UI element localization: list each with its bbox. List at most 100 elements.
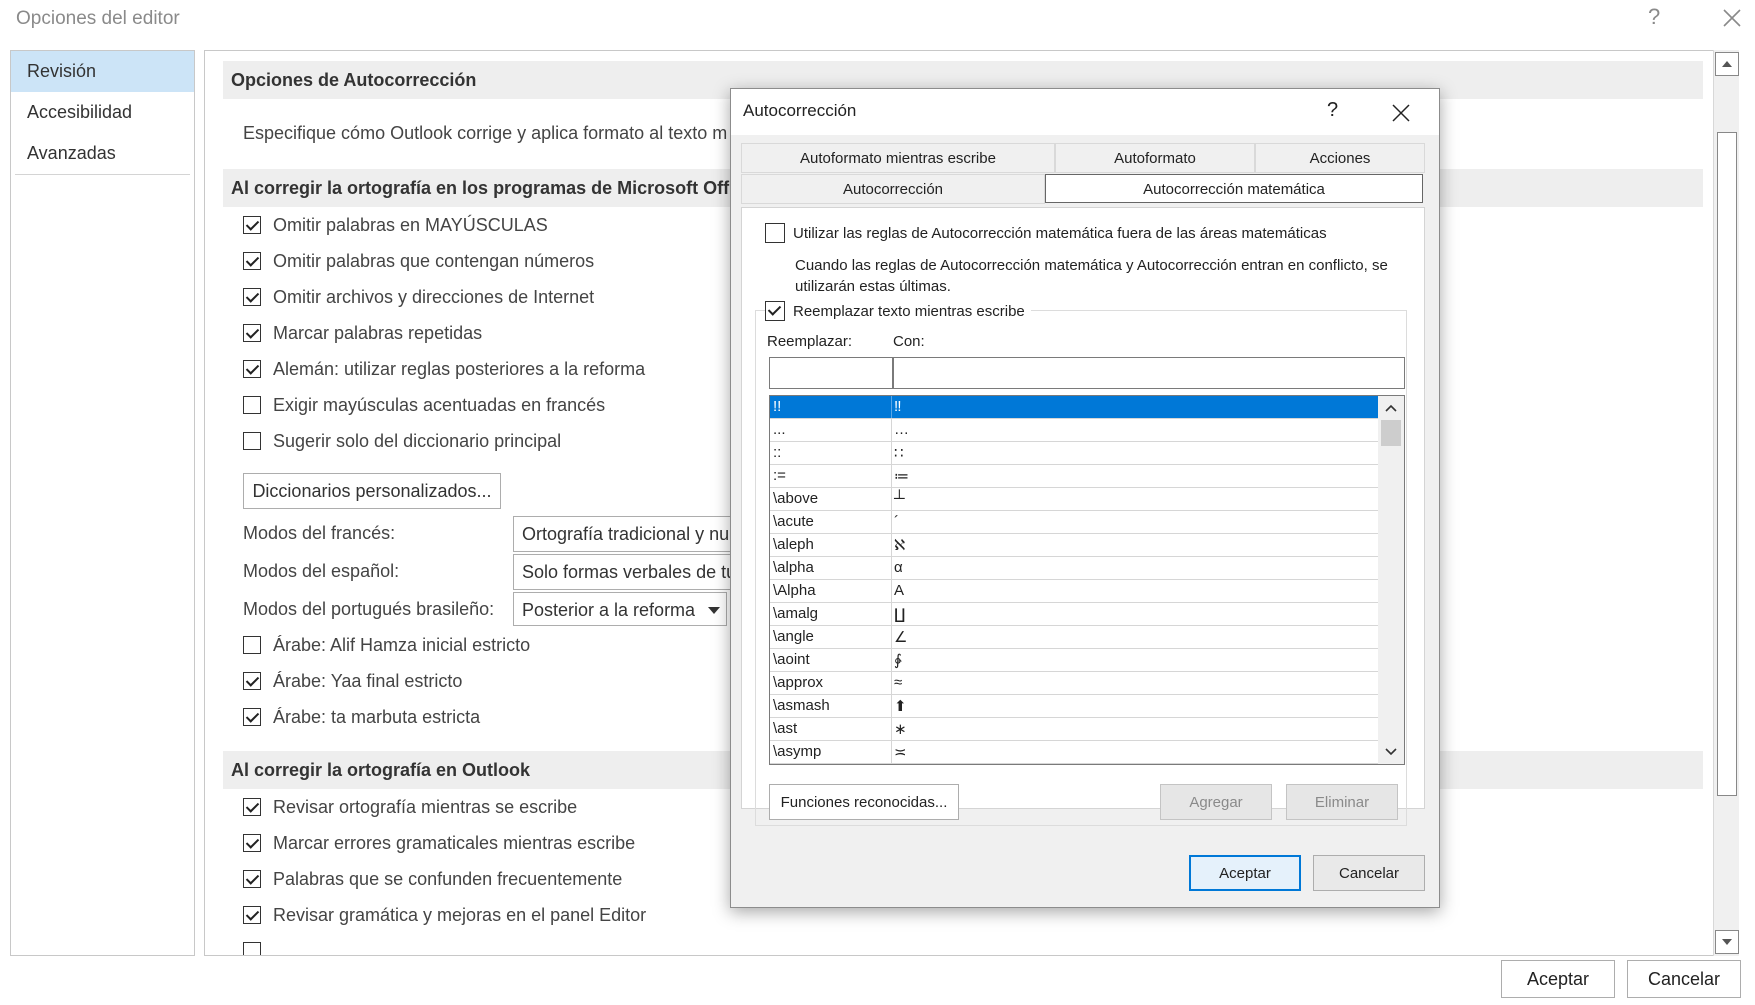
delete-button[interactable]: Eliminar [1286, 784, 1398, 820]
french-modes-select[interactable]: Ortografía tradicional y nu [513, 516, 753, 552]
entry-key: \Alpha [773, 582, 816, 599]
tab-math-autocorrect[interactable]: Autocorrección matemática [1045, 174, 1423, 203]
checkbox[interactable] [243, 252, 261, 270]
sidebar-item-revision[interactable]: Revisión [11, 51, 194, 92]
ok-button[interactable]: Aceptar [1501, 960, 1615, 998]
scroll-down-icon[interactable] [1715, 930, 1739, 954]
option-mark-grammar[interactable]: Marcar errores gramaticales mientras esc… [243, 829, 635, 857]
list-item[interactable]: \asmash ⬆ [770, 695, 1378, 718]
list-item[interactable]: \asymp ≍ [770, 741, 1378, 764]
option-arabic-ta-marbuta[interactable]: Árabe: ta marbuta estricta [243, 703, 480, 731]
spanish-modes-label: Modos del español: [243, 561, 400, 581]
tab-autoformat-as-you-type[interactable]: Autoformato mientras escribe [741, 143, 1055, 173]
list-item[interactable]: \Alpha A [770, 580, 1378, 603]
recognized-functions-button[interactable]: Funciones reconocidas... [769, 784, 959, 820]
list-item[interactable]: \above ┴ [770, 488, 1378, 511]
chevron-up-icon[interactable] [1381, 398, 1401, 418]
entry-key: \acute [773, 513, 814, 530]
checkbox[interactable] [243, 798, 261, 816]
option-ignore-internet[interactable]: Omitir archivos y direcciones de Interne… [243, 283, 594, 311]
list-scrollbar[interactable] [1378, 396, 1404, 764]
scroll-thumb[interactable] [1717, 132, 1737, 796]
math-autocorrect-list[interactable]: !! ‼ ... … :: ∷ := ≔ \above ┴ \acute ´ \aleph ℵ… [769, 395, 1405, 765]
option-label: Árabe: Alif Hamza inicial estricto [273, 634, 531, 655]
dialog-help-icon[interactable]: ? [1327, 99, 1338, 122]
dialog-ok-button[interactable]: Aceptar [1189, 855, 1301, 891]
option-ignore-numbers[interactable]: Omitir palabras que contengan números [243, 247, 594, 275]
french-modes-label: Modos del francés: [243, 523, 396, 543]
option-check-spelling[interactable]: Revisar ortografía mientras se escribe [243, 793, 577, 821]
option-ignore-uppercase[interactable]: Omitir palabras en MAYÚSCULAS [243, 211, 548, 239]
checkbox[interactable] [765, 301, 785, 321]
option-arabic-yaa[interactable]: Árabe: Yaa final estricto [243, 667, 462, 695]
option-confused-words[interactable]: Palabras que se confunden frecuentemente [243, 865, 622, 893]
with-input[interactable] [893, 357, 1405, 389]
replace-input[interactable] [769, 357, 893, 389]
dialog-close-icon[interactable] [1387, 99, 1415, 127]
checkbox[interactable] [243, 672, 261, 690]
column-divider [891, 695, 892, 717]
list-scroll-thumb[interactable] [1381, 420, 1401, 446]
checkbox[interactable] [765, 223, 785, 243]
entry-value: α [894, 559, 903, 576]
sidebar-item-avanzadas[interactable]: Avanzadas [11, 133, 194, 174]
list-item[interactable]: \acute ´ [770, 511, 1378, 534]
spanish-modes-select[interactable]: Solo formas verbales de tu [513, 554, 753, 590]
option-partial[interactable] [243, 937, 273, 955]
list-item[interactable]: \aleph ℵ [770, 534, 1378, 557]
list-item[interactable]: \alpha α [770, 557, 1378, 580]
checkbox[interactable] [243, 942, 261, 955]
list-item[interactable]: := ≔ [770, 465, 1378, 488]
checkbox[interactable] [243, 636, 261, 654]
list-item[interactable]: :: ∷ [770, 442, 1378, 465]
checkbox[interactable] [243, 906, 261, 924]
chevron-down-icon[interactable] [1381, 742, 1401, 762]
portuguese-modes-select[interactable]: Posterior a la reforma [513, 592, 727, 626]
option-label: Árabe: Yaa final estricto [273, 670, 463, 691]
column-divider [891, 603, 892, 625]
list-item[interactable]: \angle ∠ [770, 626, 1378, 649]
option-arabic-alif[interactable]: Árabe: Alif Hamza inicial estricto [243, 631, 530, 659]
checkbox[interactable] [243, 360, 261, 378]
list-item[interactable]: \amalg ∐ [770, 603, 1378, 626]
option-german-rules[interactable]: Alemán: utilizar reglas posteriores a la… [243, 355, 645, 383]
cancel-button[interactable]: Cancelar [1627, 960, 1741, 998]
checkbox[interactable] [243, 870, 261, 888]
with-label: Con: [893, 333, 925, 350]
dialog-cancel-button[interactable]: Cancelar [1313, 855, 1425, 891]
scroll-up-icon[interactable] [1715, 52, 1739, 76]
entry-key: !! [773, 398, 782, 415]
tab-actions[interactable]: Acciones [1255, 143, 1425, 173]
tab-autocorrect[interactable]: Autocorrección [741, 174, 1045, 204]
checkbox[interactable] [243, 216, 261, 234]
content-scrollbar[interactable] [1713, 50, 1739, 956]
list-item[interactable]: \approx ≈ [770, 672, 1378, 695]
list-item[interactable]: !! ‼ [770, 396, 1378, 419]
checkbox[interactable] [243, 432, 261, 450]
list-item[interactable]: ...… [770, 419, 1378, 442]
replace-label: Reemplazar: [767, 333, 853, 350]
checkbox[interactable] [243, 834, 261, 852]
checkbox[interactable] [243, 324, 261, 342]
option-replace-while-typing[interactable]: Reemplazar texto mientras escribe [765, 301, 1031, 321]
sidebar-item-accesibilidad[interactable]: Accesibilidad [11, 92, 194, 133]
option-main-dictionary[interactable]: Sugerir solo del diccionario principal [243, 427, 561, 455]
option-french-accents[interactable]: Exigir mayúsculas acentuadas en francés [243, 391, 605, 419]
option-flag-repeated[interactable]: Marcar palabras repetidas [243, 319, 482, 347]
option-label: Palabras que se confunden frecuentemente [273, 868, 623, 889]
option-use-math-outside[interactable]: Utilizar las reglas de Autocorrección ma… [765, 223, 1327, 243]
option-editor-pane[interactable]: Revisar gramática y mejoras en el panel … [243, 901, 646, 929]
checkbox[interactable] [243, 396, 261, 414]
tab-autoformat[interactable]: Autoformato [1055, 143, 1255, 173]
help-icon[interactable]: ? [1648, 4, 1660, 30]
option-label: Alemán: utilizar reglas posteriores a la… [273, 358, 646, 379]
checkbox[interactable] [243, 708, 261, 726]
close-icon[interactable] [1712, 0, 1752, 36]
custom-dictionaries-button[interactable]: Diccionarios personalizados... [243, 473, 501, 509]
list-item[interactable]: \aoint ∳ [770, 649, 1378, 672]
checkbox[interactable] [243, 288, 261, 306]
add-button[interactable]: Agregar [1160, 784, 1272, 820]
list-item[interactable]: \ast ∗ [770, 718, 1378, 741]
option-label: Marcar errores gramaticales mientras esc… [273, 832, 636, 853]
entry-key: \aoint [773, 651, 810, 668]
